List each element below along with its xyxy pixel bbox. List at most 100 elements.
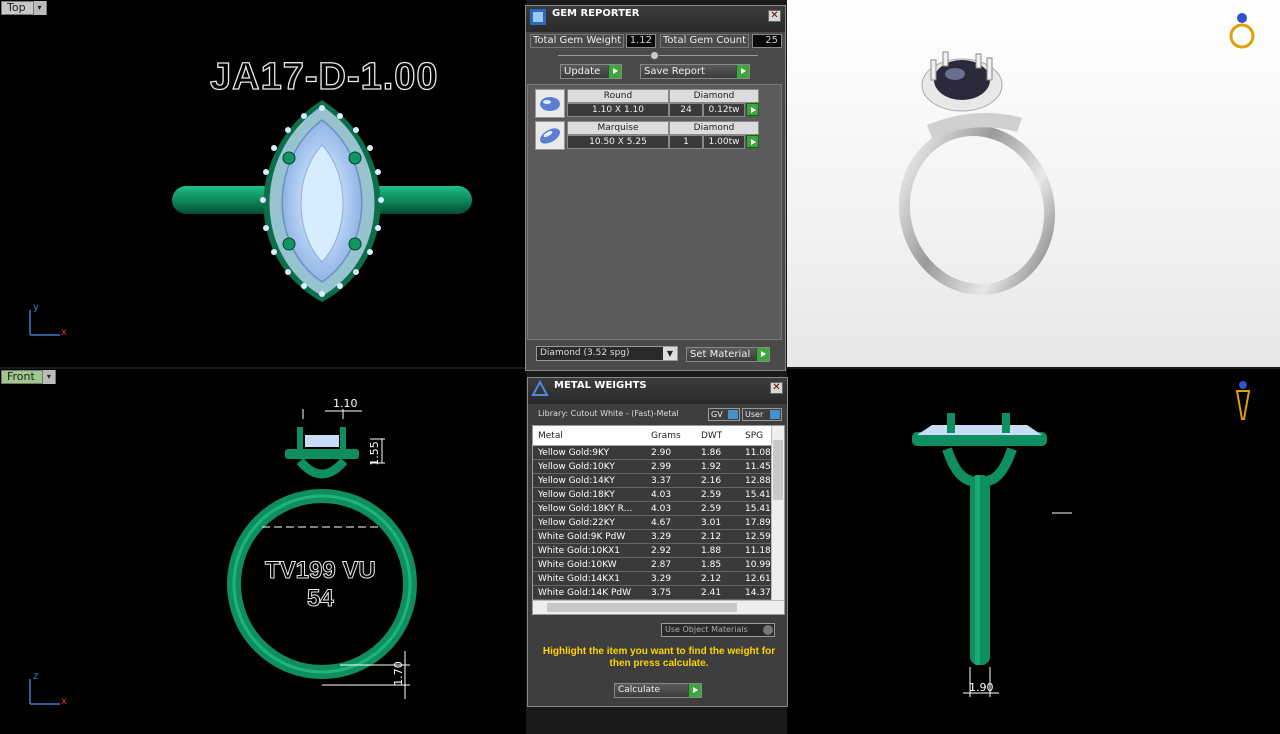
gem-reporter-title: GEM REPORTER [552,8,640,19]
arrow-right-icon[interactable] [746,103,759,116]
metal-weights-icon [531,380,549,396]
gem-size: 1.10 X 1.10 [567,103,669,117]
total-count-label: Total Gem Count [660,34,750,48]
total-count-value: 25 [752,34,782,48]
gem-count: 1 [669,135,703,149]
material-select[interactable]: Diamond (3.52 spg) ▼ [536,346,678,361]
metal-name: White Gold:14KX1 [538,574,621,584]
metal-grams: 4.03 [651,490,672,500]
metal-name: White Gold:10KX1 [538,546,621,556]
metal-name: Yellow Gold:22KY [538,518,615,528]
metal-grams: 2.92 [651,546,672,556]
metal-dwt: 3.01 [701,518,722,528]
viewport-perspective[interactable] [787,0,1280,367]
dimension-width-label: 1.10 [333,397,358,410]
metal-table[interactable]: Metal Grams DWT SPG Yellow Gold:9KY 2.90 1… [532,425,785,615]
viewport-front[interactable]: Front ▾ 1.10 1.55 1.70 TV199 VU 54 z x [0,369,526,734]
metal-name: White Gold:9K PdW [538,532,626,542]
metal-grams: 2.87 [651,560,672,570]
metal-dwt: 1.85 [701,560,722,570]
viewport-side[interactable]: 1.90 [787,369,1280,734]
ring-side-view [912,413,1072,697]
table-row[interactable]: Yellow Gold:10KY 2.99 1.92 11.45 [533,460,784,474]
update-button[interactable]: Update [560,64,622,79]
table-row[interactable]: Yellow Gold:9KY 2.90 1.86 11.08 [533,446,784,460]
metal-grams: 4.03 [651,504,672,514]
metal-spg: 17.89 [745,518,771,528]
metal-name: Yellow Gold:14KY [538,476,615,486]
dropdown-icon [763,625,773,635]
arrow-right-icon [736,65,749,78]
metal-grams: 3.29 [651,574,672,584]
gem-row-round[interactable]: Round Diamond 1.10 X 1.10 24 0.12tw [535,89,785,119]
metal-grams: 3.75 [651,588,672,598]
metal-spg: 12.59 [745,532,771,542]
table-row[interactable]: White Gold:14KX1 3.29 2.12 12.61 [533,572,784,586]
column-metal[interactable]: Metal [538,426,563,446]
total-weight-label: Total Gem Weight [530,34,625,48]
metal-name: Yellow Gold:18KY [538,490,615,500]
column-grams[interactable]: Grams [651,426,681,446]
use-object-materials-select[interactable]: Use Object Materials [661,623,775,637]
round-gem-icon [535,89,565,118]
metal-grams: 4.67 [651,518,672,528]
gem-count: 24 [669,103,703,117]
ring-rendered-view [898,51,1056,295]
axis-y-label: y [33,302,39,313]
table-row[interactable]: White Gold:10KX1 2.92 1.88 11.18 [533,544,784,558]
weight-slider-handle[interactable] [650,51,659,60]
engraving-text-line1: TV199 VU [265,557,377,585]
gem-row-marquise[interactable]: Marquise Diamond 10.50 X 5.25 1 1.00tw [535,121,785,151]
table-row[interactable]: Yellow Gold:18KY 4.03 2.59 15.41 [533,488,784,502]
vertical-scrollbar[interactable] [771,426,784,602]
metal-weights-titlebar[interactable]: METAL WEIGHTS ✕ [528,378,787,404]
metal-name: Yellow Gold:18KY R... [538,504,633,514]
gem-reporter-panel[interactable]: GEM REPORTER ✕ Total Gem Weight 1.12 Tot… [525,5,786,371]
table-row[interactable]: White Gold:9K PdW 3.29 2.12 12.59 [533,530,784,544]
metal-grams: 3.37 [651,476,672,486]
metal-weights-panel[interactable]: METAL WEIGHTS ✕ Library: Cutout White - … [527,377,788,707]
gv-toggle[interactable]: GV [708,408,740,421]
save-report-button[interactable]: Save Report [640,64,750,79]
total-weight-value: 1.12 [626,34,656,48]
metal-grams: 3.29 [651,532,672,542]
metal-dwt: 1.92 [701,462,722,472]
gem-shape: Marquise [567,121,669,135]
viewport-top[interactable]: Top ▾ JA17-D-1.00 y x [0,0,526,367]
engraving-text-line2: 54 [307,585,335,613]
ring-tool-icon[interactable] [1227,12,1257,52]
metal-name: Yellow Gold:9KY [538,448,610,458]
arrow-right-icon[interactable] [746,135,759,148]
table-row[interactable]: White Gold:10KW 2.87 1.85 10.99 [533,558,784,572]
calculate-button[interactable]: Calculate [614,683,702,698]
marquise-gem-icon [535,121,565,150]
axis-x-label: x [61,327,67,338]
bail-tool-icon[interactable] [1232,379,1254,425]
gem-list[interactable]: Round Diamond 1.10 X 1.10 24 0.12tw Marq… [527,84,782,340]
column-spg[interactable]: SPG [745,426,763,446]
gem-reporter-titlebar[interactable]: GEM REPORTER ✕ [526,6,785,32]
user-toggle[interactable]: User [742,408,782,421]
metal-spg: 12.61 [745,574,771,584]
metal-name: Yellow Gold:10KY [538,462,615,472]
table-row[interactable]: White Gold:14K PdW 3.75 2.41 14.37 [533,586,784,600]
table-row[interactable]: Yellow Gold:14KY 3.37 2.16 12.88 [533,474,784,488]
metal-dwt: 2.12 [701,532,722,542]
table-row[interactable]: Yellow Gold:18KY R... 4.03 2.59 15.41 [533,502,784,516]
gem-weight: 1.00tw [703,135,745,149]
close-icon[interactable]: ✕ [770,382,783,394]
metal-name: White Gold:10KW [538,560,617,570]
close-icon[interactable]: ✕ [768,10,781,22]
metal-spg: 15.41 [745,504,771,514]
horizontal-scrollbar[interactable] [533,600,784,614]
set-material-button[interactable]: Set Material [686,347,770,362]
gem-size: 10.50 X 5.25 [567,135,669,149]
axis-x-label: x [61,696,67,707]
arrow-right-icon [756,348,769,361]
table-row[interactable]: Yellow Gold:22KY 4.67 3.01 17.89 [533,516,784,530]
column-dwt[interactable]: DWT [701,426,722,446]
weight-slider[interactable] [558,51,758,60]
metal-weights-title: METAL WEIGHTS [554,380,647,391]
ring-front-view [29,409,417,705]
chevron-down-icon[interactable]: ▼ [663,347,677,360]
